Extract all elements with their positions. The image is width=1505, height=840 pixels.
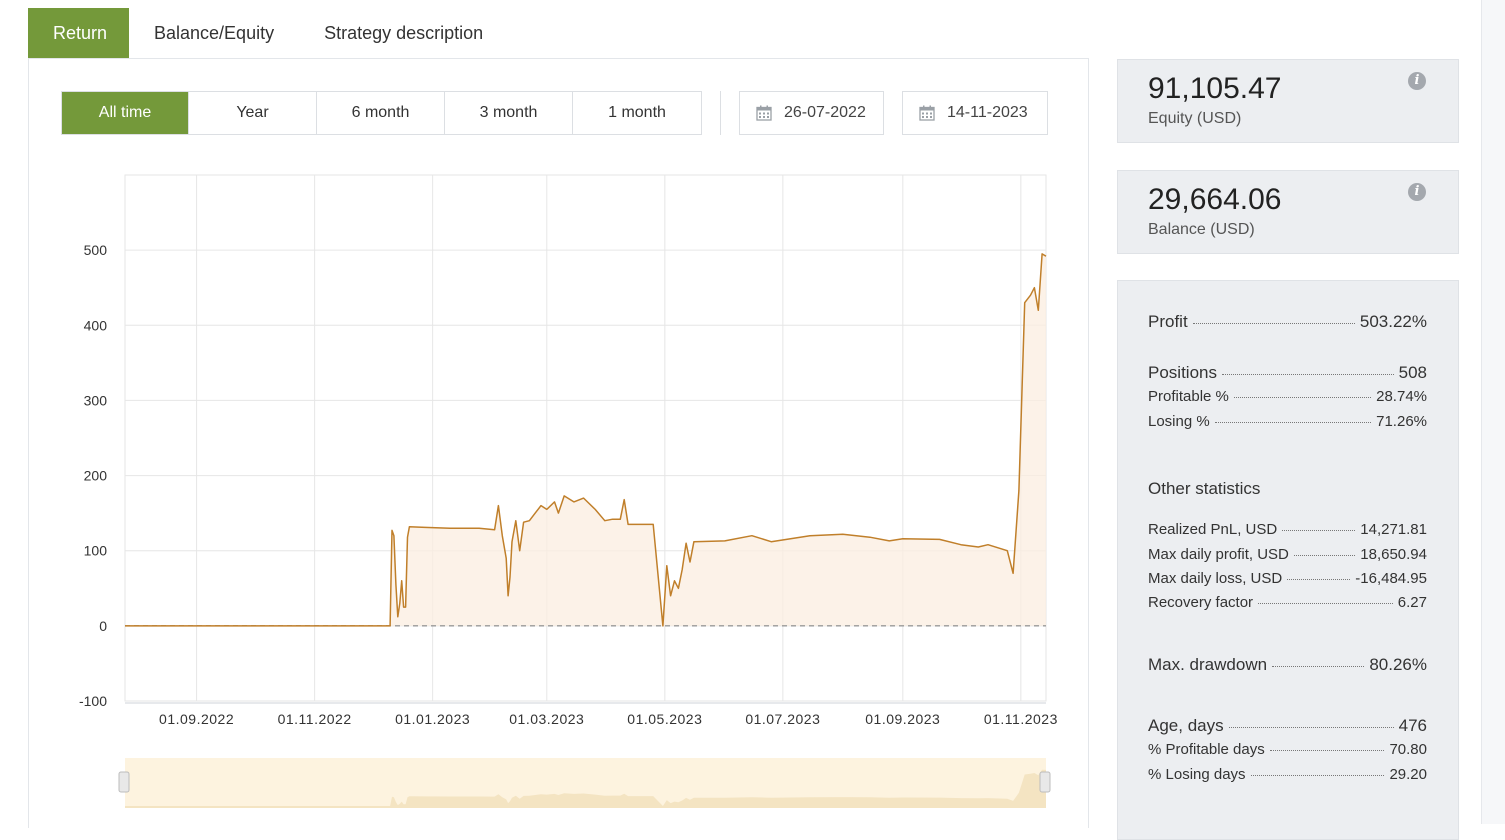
x-tick-label: 01.11.2023 <box>984 711 1058 727</box>
stat-recovery-factor: Recovery factor6.27 <box>1148 594 1427 611</box>
divider <box>720 91 721 135</box>
date-to-value: 14-11-2023 <box>947 104 1028 122</box>
stat-losing-pct: Losing %71.26% <box>1148 413 1427 430</box>
y-tick-label: 300 <box>84 392 108 408</box>
info-icon[interactable]: i <box>1408 72 1426 90</box>
x-tick-label: 01.05.2023 <box>627 711 702 727</box>
period-6-month[interactable]: 6 month <box>317 92 445 134</box>
stat-profitable-days: % Profitable days70.80 <box>1148 741 1427 758</box>
balance-card: 29,664.06 Balance (USD) i <box>1117 170 1459 254</box>
stat-realized-pnl: Realized PnL, USD14,271.81 <box>1148 521 1427 538</box>
stat-age-days: Age, days476 <box>1148 716 1427 736</box>
x-tick-label: 01.07.2023 <box>745 711 820 727</box>
balance-value: 29,664.06 <box>1148 183 1281 217</box>
date-to-picker[interactable]: 14-11-2023 <box>902 91 1048 135</box>
view-tabs: Return Balance/Equity Strategy descripti… <box>28 8 508 58</box>
y-tick-label: 100 <box>84 543 108 559</box>
stat-max-drawdown: Max. drawdown80.26% <box>1148 655 1427 675</box>
page-scrollbar-track[interactable] <box>1481 0 1505 824</box>
stat-positions: Positions508 <box>1148 363 1427 383</box>
equity-caption: Equity (USD) <box>1148 110 1241 128</box>
y-tick-label: -100 <box>79 693 107 709</box>
period-3-month[interactable]: 3 month <box>445 92 573 134</box>
x-tick-label: 01.03.2023 <box>509 711 584 727</box>
period-year[interactable]: Year <box>189 92 317 134</box>
stat-profit: Profit503.22% <box>1148 312 1427 332</box>
other-statistics-title: Other statistics <box>1148 479 1260 499</box>
x-tick-label: 01.01.2023 <box>395 711 470 727</box>
date-from-value: 26-07-2022 <box>784 104 866 122</box>
y-tick-label: 0 <box>99 618 107 634</box>
period-selector: All time Year 6 month 3 month 1 month <box>61 91 702 135</box>
balance-caption: Balance (USD) <box>1148 221 1255 239</box>
y-tick-label: 500 <box>84 242 108 258</box>
calendar-icon <box>756 105 772 121</box>
date-from-picker[interactable]: 26-07-2022 <box>739 91 884 135</box>
x-tick-label: 01.09.2023 <box>865 711 940 727</box>
navigator-handle-right[interactable] <box>1040 772 1050 792</box>
y-tick-label: 200 <box>84 468 108 484</box>
return-chart: -100 0 100 200 300 400 500 01.09.2022 01.11.2022… <box>60 160 1060 824</box>
navigator-handle-left[interactable] <box>119 772 129 792</box>
equity-card: 91,105.47 Equity (USD) i <box>1117 59 1459 143</box>
tab-strategy-description[interactable]: Strategy description <box>299 8 508 58</box>
stat-profitable-pct: Profitable %28.74% <box>1148 388 1427 405</box>
tab-balance-equity[interactable]: Balance/Equity <box>129 8 299 58</box>
y-tick-label: 400 <box>84 317 108 333</box>
x-tick-label: 01.11.2022 <box>278 711 352 727</box>
info-icon[interactable]: i <box>1408 183 1426 201</box>
stat-max-daily-profit: Max daily profit, USD18,650.94 <box>1148 546 1427 563</box>
period-1-month[interactable]: 1 month <box>573 92 701 134</box>
period-all-time[interactable]: All time <box>62 92 189 134</box>
tab-return[interactable]: Return <box>28 8 129 58</box>
stats-card: Profit503.22% Positions508 Profitable %2… <box>1117 280 1459 840</box>
x-tick-label: 01.09.2022 <box>159 711 234 727</box>
stat-losing-days: % Losing days29.20 <box>1148 766 1427 783</box>
equity-value: 91,105.47 <box>1148 72 1281 106</box>
stat-max-daily-loss: Max daily loss, USD-16,484.95 <box>1148 570 1427 587</box>
calendar-icon <box>919 105 935 121</box>
